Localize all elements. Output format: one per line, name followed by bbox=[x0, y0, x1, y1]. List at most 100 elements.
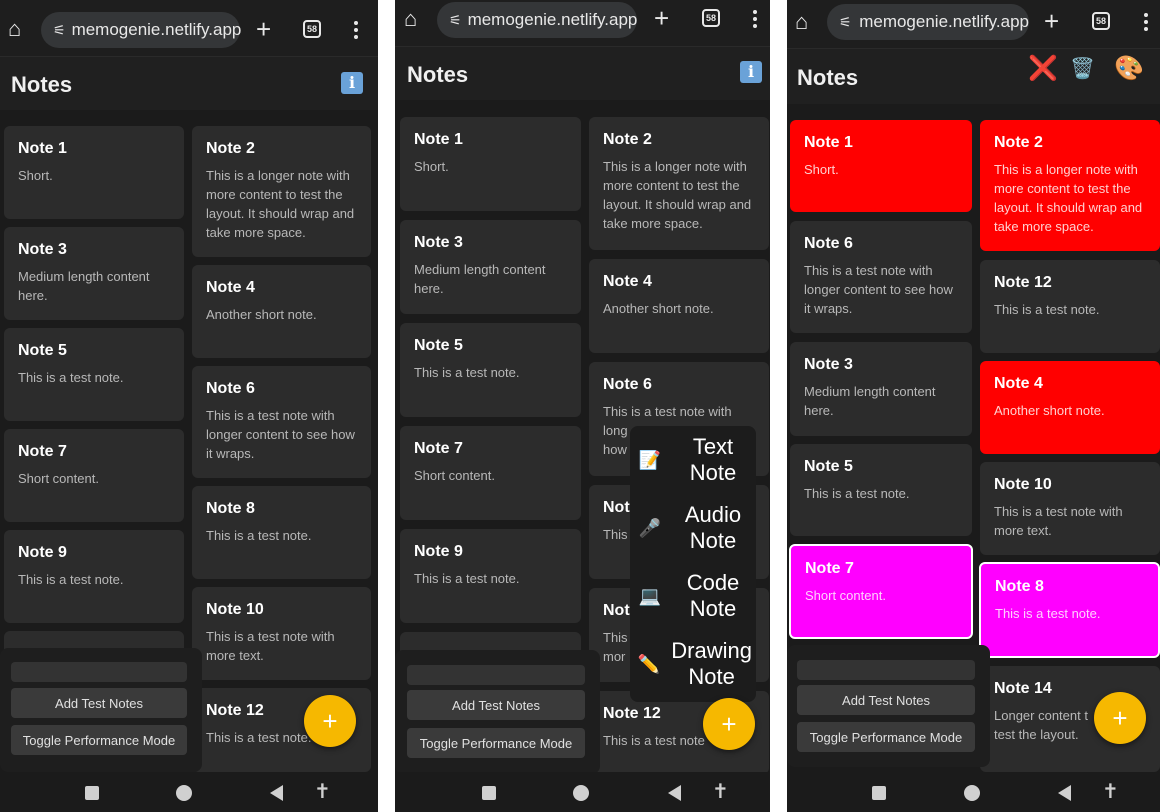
url-bar[interactable]: ⚟ memogenie.netlify.app bbox=[827, 4, 1029, 40]
info-icon[interactable]: i bbox=[341, 72, 363, 94]
note-card[interactable]: Note 5 This is a test note. bbox=[790, 444, 972, 536]
note-card[interactable]: Note 9 This is a test note. bbox=[4, 530, 184, 623]
palette-icon[interactable]: 🎨 bbox=[1114, 56, 1144, 82]
accessibility-icon[interactable]: ✝ bbox=[314, 782, 331, 802]
note-body: This is a test note with longer content … bbox=[804, 263, 953, 316]
browser-menu-icon[interactable] bbox=[1144, 13, 1148, 34]
note-body: This is a longer note with more content … bbox=[603, 159, 752, 231]
note-card-selected[interactable]: Note 8 This is a test note. bbox=[979, 562, 1160, 658]
note-card-selected[interactable]: Note 2 This is a longer note with more c… bbox=[980, 120, 1160, 251]
note-card[interactable]: Note 3 Medium length content here. bbox=[400, 220, 581, 314]
site-settings-icon[interactable]: ⚟ bbox=[839, 14, 853, 31]
add-note-fab[interactable]: + bbox=[703, 698, 755, 750]
note-title: Note 7 bbox=[414, 440, 463, 457]
new-tab-icon[interactable]: + bbox=[1044, 8, 1059, 34]
add-test-notes-button[interactable]: Add Test Notes bbox=[11, 688, 187, 718]
note-card[interactable]: Note 6 This is a test note with longer c… bbox=[790, 221, 972, 333]
note-card[interactable]: Note 9 This is a test note. bbox=[400, 529, 581, 623]
site-settings-icon[interactable]: ⚟ bbox=[449, 12, 462, 29]
accessibility-icon[interactable]: ✝ bbox=[1102, 782, 1119, 802]
note-card[interactable]: Note 5 This is a test note. bbox=[400, 323, 581, 417]
system-nav-bar: ✝ bbox=[0, 772, 378, 812]
toggle-performance-mode-button[interactable]: Toggle Performance Mode bbox=[407, 728, 585, 758]
note-body: This is a test note. bbox=[414, 571, 520, 586]
note-card[interactable]: Note 12 This is a test note. bbox=[980, 260, 1160, 353]
back-button[interactable] bbox=[270, 785, 283, 801]
home-button[interactable] bbox=[964, 785, 980, 801]
add-test-notes-button[interactable]: Add Test Notes bbox=[797, 685, 975, 715]
note-card[interactable]: Note 2 This is a longer note with more c… bbox=[589, 117, 769, 250]
note-body: This is a test note. bbox=[18, 572, 124, 587]
toggle-performance-mode-button[interactable]: Toggle Performance Mode bbox=[797, 722, 975, 752]
browser-toolbar: ⌂ ⚟ memogenie.netlify.app + 58 bbox=[395, 0, 770, 48]
note-card[interactable]: Note 8 This is a test note. bbox=[192, 486, 371, 579]
add-test-notes-button[interactable]: Add Test Notes bbox=[407, 690, 585, 720]
url-bar[interactable]: ⚟ memogenie.netlify.app bbox=[437, 2, 637, 38]
accessibility-icon[interactable]: ✝ bbox=[712, 782, 729, 802]
note-title: Note 8 bbox=[206, 500, 255, 517]
home-icon[interactable]: ⌂ bbox=[795, 11, 817, 33]
panel-bar bbox=[797, 660, 975, 680]
menu-item-label: Audio Note bbox=[684, 502, 742, 553]
menu-item-code-note[interactable]: 💻 Code Note bbox=[630, 562, 756, 630]
panel-bar bbox=[11, 662, 187, 682]
home-button[interactable] bbox=[176, 785, 192, 801]
menu-item-label: Drawing Note bbox=[671, 638, 752, 689]
note-body: This is a test note with longer content … bbox=[206, 408, 355, 461]
add-note-fab[interactable]: + bbox=[1094, 692, 1146, 744]
add-note-fab[interactable]: + bbox=[304, 695, 356, 747]
site-settings-icon[interactable]: ⚟ bbox=[53, 22, 66, 39]
system-nav-bar: ✝ bbox=[787, 772, 1160, 812]
note-title: Note 9 bbox=[18, 544, 67, 561]
page-title: Notes bbox=[407, 62, 469, 87]
recents-button[interactable] bbox=[482, 786, 496, 800]
tab-switcher-button[interactable]: 58 bbox=[303, 20, 321, 38]
note-card[interactable]: Note 3 Medium length content here. bbox=[4, 227, 184, 320]
menu-item-text-note[interactable]: 📝 Text Note bbox=[630, 426, 756, 494]
note-card[interactable]: Note 7 Short content. bbox=[4, 429, 184, 522]
recents-button[interactable] bbox=[85, 786, 99, 800]
note-card-selected[interactable]: Note 4 Another short note. bbox=[980, 361, 1160, 454]
browser-menu-icon[interactable] bbox=[354, 21, 358, 42]
recents-button[interactable] bbox=[872, 786, 886, 800]
browser-menu-icon[interactable] bbox=[753, 10, 757, 31]
back-button[interactable] bbox=[668, 785, 681, 801]
note-card[interactable]: Note 4 Another short note. bbox=[589, 259, 769, 353]
back-button[interactable] bbox=[1058, 785, 1071, 801]
home-button[interactable] bbox=[573, 785, 589, 801]
note-card[interactable]: Note 10 This is a test note with more te… bbox=[980, 462, 1160, 555]
info-icon[interactable]: i bbox=[740, 61, 762, 83]
note-title: Note 6 bbox=[206, 380, 255, 397]
note-card[interactable]: Note 6 This is a test note with longer c… bbox=[192, 366, 371, 478]
new-tab-icon[interactable]: + bbox=[654, 5, 669, 31]
phone-screen-3: ⌂ ⚟ memogenie.netlify.app + 58 Notes ❌ 🗑… bbox=[787, 0, 1160, 812]
note-card[interactable]: Note 7 Short content. bbox=[400, 426, 581, 520]
note-title: Note 9 bbox=[414, 543, 463, 560]
note-title: Note 10 bbox=[994, 476, 1052, 493]
tab-switcher-button[interactable]: 58 bbox=[1092, 12, 1110, 30]
trash-icon[interactable]: 🗑️ bbox=[1070, 56, 1095, 82]
note-card[interactable]: Note 1 Short. bbox=[4, 126, 184, 219]
note-card[interactable]: Note 1 Short. bbox=[400, 117, 581, 211]
home-icon[interactable]: ⌂ bbox=[404, 8, 426, 30]
url-bar[interactable]: ⚟ memogenie.netlify.app bbox=[41, 12, 241, 48]
note-card-selected[interactable]: Note 7 Short content. bbox=[789, 544, 973, 639]
toggle-performance-mode-button[interactable]: Toggle Performance Mode bbox=[11, 725, 187, 755]
new-tab-icon[interactable]: + bbox=[256, 16, 271, 42]
home-icon[interactable]: ⌂ bbox=[8, 18, 30, 40]
note-card-selected[interactable]: Note 1 Short. bbox=[790, 120, 972, 212]
note-body: This is a longer note with more content … bbox=[994, 162, 1143, 234]
note-title: Note 10 bbox=[206, 601, 264, 618]
note-card[interactable]: Note 2 This is a longer note with more c… bbox=[192, 126, 371, 257]
note-card[interactable]: Note 4 Another short note. bbox=[192, 265, 371, 358]
note-body: Short. bbox=[414, 159, 449, 174]
menu-item-drawing-note[interactable]: ✏️ Drawing Note bbox=[630, 630, 756, 698]
tab-switcher-button[interactable]: 58 bbox=[702, 9, 720, 27]
note-card[interactable]: Note 5 This is a test note. bbox=[4, 328, 184, 421]
dev-tools-panel: Add Test Notes Toggle Performance Mode bbox=[395, 650, 600, 774]
menu-item-audio-note[interactable]: 🎤 Audio Note bbox=[630, 494, 756, 562]
note-body: Another short note. bbox=[603, 301, 714, 316]
close-selection-icon[interactable]: ❌ bbox=[1028, 56, 1058, 82]
note-card[interactable]: Note 10 This is a test note with more te… bbox=[192, 587, 371, 680]
note-card[interactable]: Note 3 Medium length content here. bbox=[790, 342, 972, 436]
